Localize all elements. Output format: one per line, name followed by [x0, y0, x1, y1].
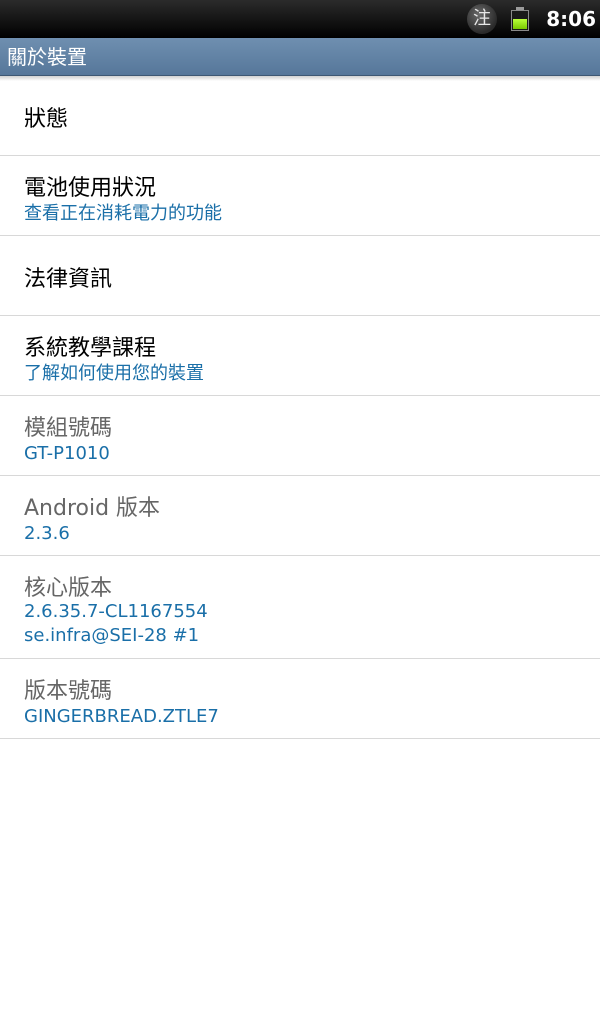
kernel-version-item: 核心版本 2.6.35.7-CL1167554 se.infra@SEI-28 …	[0, 556, 600, 659]
model-number-item: 模組號碼 GT-P1010	[0, 396, 600, 476]
page-title: 關於裝置	[7, 45, 87, 69]
battery-usage-item[interactable]: 電池使用狀況 查看正在消耗電力的功能	[0, 156, 600, 236]
input-method-icon: 注	[467, 4, 497, 34]
item-title: 系統教學課程	[24, 336, 157, 361]
android-version-item: Android 版本 2.3.6	[0, 476, 600, 556]
status-item[interactable]: 狀態	[0, 76, 600, 156]
item-value: 2.6.35.7-CL1167554	[24, 601, 208, 622]
item-title: 法律資訊	[24, 267, 113, 292]
item-value-line2: se.infra@SEI-28 #1	[24, 625, 200, 646]
system-tutorial-item[interactable]: 系統教學課程 了解如何使用您的裝置	[0, 316, 600, 396]
build-number-item: 版本號碼 GINGERBREAD.ZTLE7	[0, 659, 600, 739]
battery-body	[511, 10, 529, 31]
item-subtitle: 了解如何使用您的裝置	[24, 363, 204, 384]
item-title: 版本號碼	[24, 679, 113, 704]
item-subtitle: 查看正在消耗電力的功能	[24, 203, 222, 224]
item-title: 電池使用狀況	[24, 176, 157, 201]
status-time: 8:06	[546, 7, 596, 31]
item-value: GT-P1010	[24, 443, 110, 464]
item-title: 模組號碼	[24, 416, 113, 441]
status-bar: 注 8:06	[0, 0, 600, 38]
item-value: GINGERBREAD.ZTLE7	[24, 706, 219, 727]
battery-level-fill	[513, 18, 527, 29]
battery-icon	[511, 7, 529, 31]
title-bar-shadow	[0, 76, 600, 81]
item-title: Android 版本	[24, 496, 161, 521]
item-value: 2.3.6	[24, 523, 70, 544]
title-bar: 關於裝置	[0, 38, 600, 76]
item-title: 核心版本	[24, 576, 113, 601]
item-title: 狀態	[24, 107, 69, 132]
settings-list: 狀態 電池使用狀況 查看正在消耗電力的功能 法律資訊 系統教學課程 了解如何使用…	[0, 76, 600, 739]
about-device-screen: 注 8:06 關於裝置 狀態 電池使用狀況 查看正在消耗電力的功能 法律資訊 系…	[0, 0, 600, 1024]
legal-info-item[interactable]: 法律資訊	[0, 236, 600, 316]
